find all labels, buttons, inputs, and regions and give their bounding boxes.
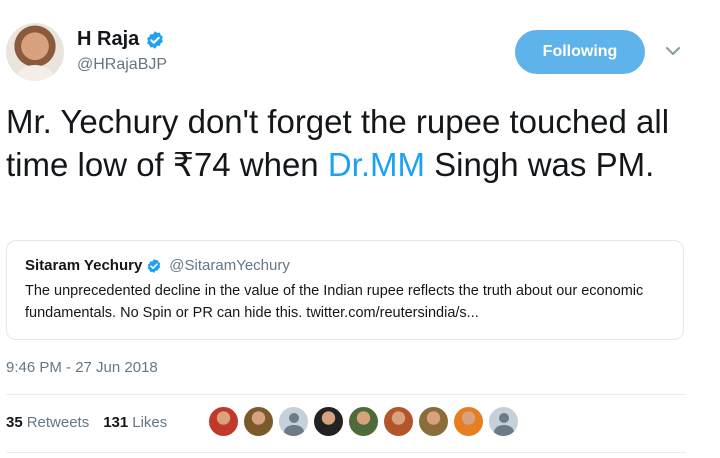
quoted-author-name: Sitaram Yechury <box>25 257 143 274</box>
liker-avatar[interactable] <box>453 406 484 437</box>
likes-label: Likes <box>132 414 168 431</box>
author-avatar[interactable] <box>6 23 64 81</box>
liker-avatar[interactable] <box>348 406 379 437</box>
liker-avatar[interactable] <box>383 406 414 437</box>
liker-avatar[interactable] <box>208 406 239 437</box>
quoted-tweet[interactable]: Sitaram Yechury @SitaramYechury The unpr… <box>6 240 684 340</box>
tweet-timestamp[interactable]: 9:46 PM - 27 Jun 2018 <box>6 359 158 376</box>
liker-avatar[interactable] <box>313 406 344 437</box>
engagement-stats: 35 Retweets 131 Likes <box>6 414 181 431</box>
retweets-label: Retweets <box>26 414 90 431</box>
liker-avatars <box>208 406 519 437</box>
likes-count: 131 <box>103 414 129 431</box>
divider <box>6 394 686 395</box>
author-handle[interactable]: @HRajaBJP <box>77 56 167 74</box>
liker-avatar[interactable] <box>488 406 519 437</box>
following-button[interactable]: Following <box>515 30 645 74</box>
author-block: H Raja @HRajaBJP <box>77 28 167 74</box>
quoted-tweet-text: The unprecedented decline in the value o… <box>25 283 644 321</box>
likes-stat[interactable]: 131 Likes <box>103 414 167 431</box>
retweets-stat[interactable]: 35 Retweets <box>6 414 89 431</box>
liker-avatar[interactable] <box>418 406 449 437</box>
tweet-text-part: Singh was PM. <box>424 146 655 183</box>
tweet-text: Mr. Yechury don't forget the rupee touch… <box>6 100 706 186</box>
liker-avatar[interactable] <box>278 406 309 437</box>
quoted-author-handle: @SitaramYechury <box>169 257 290 274</box>
author-name[interactable]: H Raja <box>77 28 139 51</box>
divider <box>6 452 686 453</box>
liker-avatar[interactable] <box>243 406 274 437</box>
chevron-down-icon[interactable] <box>664 42 682 60</box>
verified-badge-icon <box>147 30 164 49</box>
retweets-count: 35 <box>6 414 23 431</box>
verified-badge-icon <box>148 258 161 273</box>
mention-link[interactable]: Dr.MM <box>328 146 425 183</box>
